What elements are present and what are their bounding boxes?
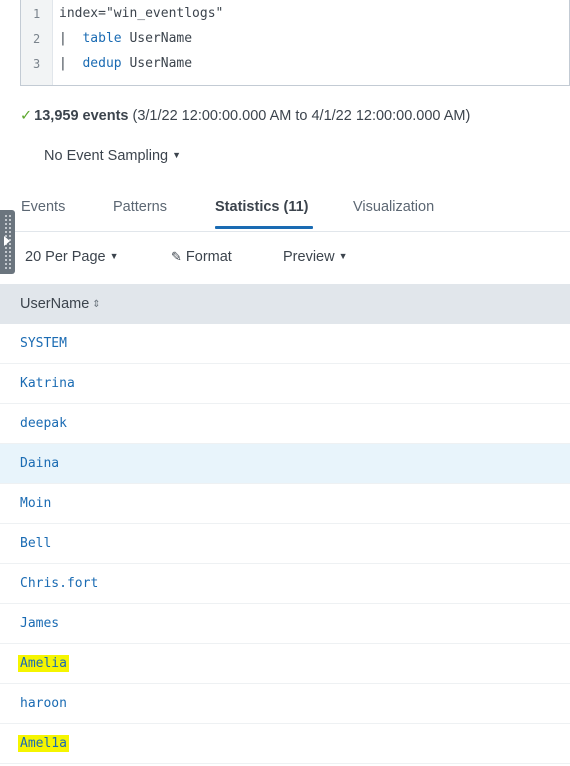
statistics-table: UserName ⇕ SYSTEM Katrina deepak Daina Moin Be… — [0, 284, 570, 764]
username-cell[interactable]: Bell — [20, 536, 51, 551]
active-tab-indicator — [215, 226, 313, 229]
event-sampling-label: No Event Sampling — [44, 148, 169, 164]
format-button[interactable]: ✎ Format — [171, 249, 232, 265]
username-cell[interactable]: Katrina — [20, 376, 75, 391]
table-row: Amelia — [0, 644, 570, 684]
command-keyword: dedup — [82, 56, 122, 71]
username-cell[interactable]: Amelia — [18, 655, 69, 672]
username-cell[interactable]: Daina — [20, 456, 59, 471]
table-row: SYSTEM — [0, 324, 570, 364]
table-row: Chris.fort — [0, 564, 570, 604]
table-row: Daina — [0, 444, 570, 484]
checkmark-icon: ✓ — [20, 108, 33, 124]
table-row: Bell — [0, 524, 570, 564]
table-row: haroon — [0, 684, 570, 724]
query-line-2: 2 | table UserName — [21, 27, 569, 51]
table-row: James — [0, 604, 570, 644]
username-cell[interactable]: SYSTEM — [20, 336, 67, 351]
table-row: Moin — [0, 484, 570, 524]
caret-down-icon: ▼ — [338, 251, 348, 261]
line-number: 2 — [33, 32, 41, 46]
username-cell[interactable]: Amel1a — [18, 735, 69, 752]
results-tabs: Events Patterns Statistics (11) Visualiz… — [0, 180, 570, 232]
table-body: SYSTEM Katrina deepak Daina Moin Bell Chris.fo… — [0, 324, 570, 764]
table-row: Amel1a — [0, 724, 570, 764]
table-row: deepak — [0, 404, 570, 444]
command-keyword: table — [82, 31, 122, 46]
username-cell[interactable]: Moin — [20, 496, 51, 511]
username-cell[interactable]: haroon — [20, 696, 67, 711]
line-number: 1 — [33, 7, 41, 21]
query-line-1: 1 index="win_eventlogs" — [21, 2, 569, 26]
caret-down-icon: ▼ — [109, 251, 119, 261]
tab-statistics[interactable]: Statistics (11) — [215, 199, 309, 215]
event-sampling-dropdown[interactable]: No Event Sampling ▼ — [44, 148, 181, 164]
results-toolbar: 20 Per Page ▼ ✎ Format Preview ▼ — [0, 233, 570, 283]
caret-down-icon: ▼ — [172, 150, 182, 160]
query-code: | table UserName — [59, 31, 193, 46]
column-header-username[interactable]: UserName ⇕ — [20, 296, 101, 312]
query-code: index="win_eventlogs" — [59, 6, 224, 21]
tab-events[interactable]: Events — [21, 199, 65, 215]
query-line-3: 3 | dedup UserName — [21, 52, 569, 76]
tab-visualization[interactable]: Visualization — [353, 199, 434, 215]
per-page-dropdown[interactable]: 20 Per Page ▼ — [25, 249, 119, 265]
query-code: | dedup UserName — [59, 56, 193, 71]
table-header: UserName ⇕ — [0, 284, 570, 324]
event-count: 13,959 events — [34, 108, 129, 124]
events-summary: ✓ 13,959 events (3/1/22 12:00:00.000 AM t… — [20, 108, 470, 124]
username-cell[interactable]: James — [20, 616, 59, 631]
username-cell[interactable]: Chris.fort — [20, 576, 98, 591]
tab-patterns[interactable]: Patterns — [113, 199, 167, 215]
table-row: Katrina — [0, 364, 570, 404]
preview-dropdown[interactable]: Preview ▼ — [283, 249, 348, 265]
sort-icon: ⇕ — [92, 299, 101, 310]
pencil-icon: ✎ — [171, 249, 182, 264]
time-range: (3/1/22 12:00:00.000 AM to 4/1/22 12:00:… — [128, 108, 471, 124]
username-cell[interactable]: deepak — [20, 416, 67, 431]
search-query-editor[interactable]: 1 index="win_eventlogs" 2 | table UserNa… — [20, 0, 570, 86]
pipe-symbol: | — [59, 56, 75, 71]
line-number: 3 — [33, 57, 41, 71]
pipe-symbol: | — [59, 31, 75, 46]
